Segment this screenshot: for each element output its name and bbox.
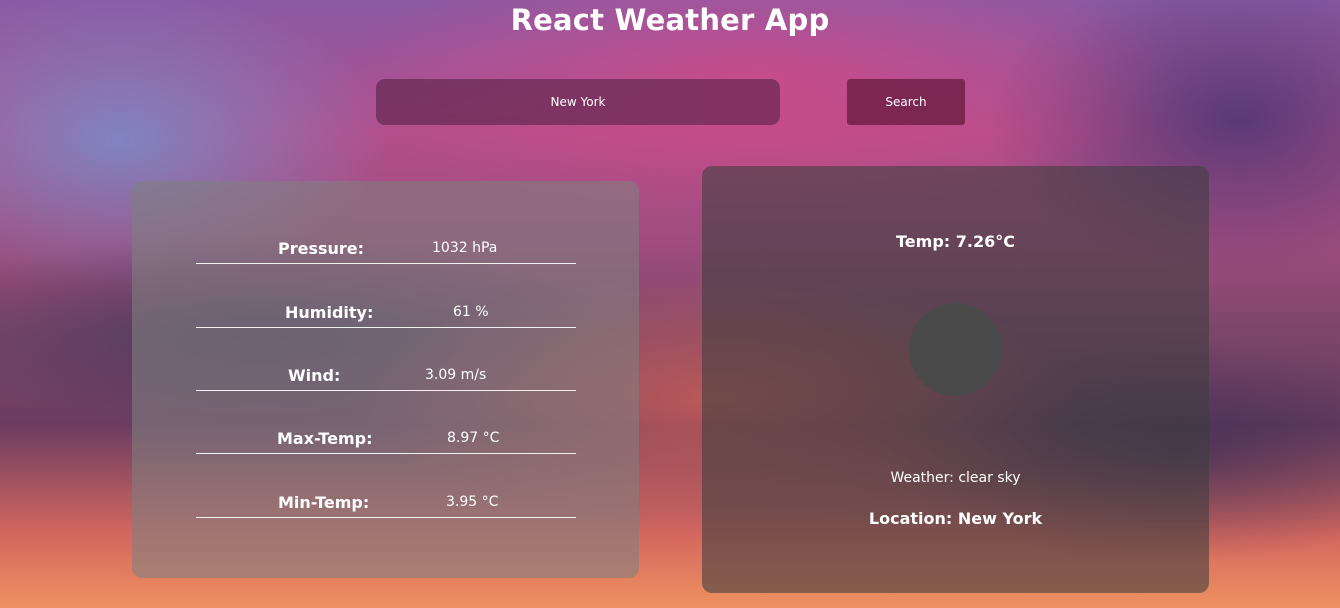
app-title: React Weather App (510, 3, 830, 37)
min-temp-value: 3.95 °C (446, 494, 499, 510)
wind-value: 3.09 m/s (425, 367, 487, 383)
humidity-label: Humidity: (285, 303, 374, 322)
pressure-label: Pressure: (278, 239, 365, 258)
min-temp-label: Min-Temp: (278, 493, 370, 512)
search-button[interactable]: Search (847, 79, 965, 125)
wind-label: Wind: (288, 366, 341, 385)
max-temp-value: 8.97 °C (447, 430, 500, 446)
humidity-row: Humidity: 61 % (196, 303, 576, 328)
city-search-input[interactable] (376, 79, 780, 125)
weather-description: Weather: clear sky (890, 470, 1021, 486)
current-weather-card: Temp: 7.26°C Weather: clear sky Location… (702, 166, 1209, 593)
weather-details-card: Pressure: 1032 hPa Humidity: 61 % Wind: … (132, 181, 639, 578)
wind-row: Wind: 3.09 m/s (196, 366, 576, 391)
pressure-value: 1032 hPa (432, 240, 498, 256)
humidity-value: 61 % (453, 304, 489, 320)
max-temp-label: Max-Temp: (277, 429, 373, 448)
min-temp-row: Min-Temp: 3.95 °C (196, 493, 576, 518)
pressure-row: Pressure: 1032 hPa (196, 239, 576, 264)
weather-icon (909, 303, 1002, 396)
current-temp: Temp: 7.26°C (896, 232, 1015, 251)
location-label: Location: New York (868, 509, 1043, 528)
max-temp-row: Max-Temp: 8.97 °C (196, 429, 576, 454)
